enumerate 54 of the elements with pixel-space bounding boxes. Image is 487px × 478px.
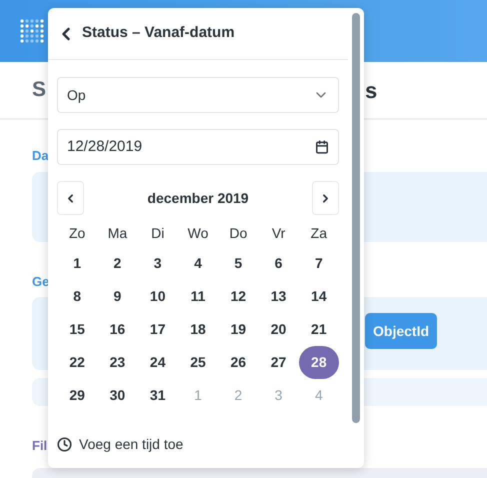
calendar-day[interactable]: 5 bbox=[218, 247, 258, 280]
month-title: december 2019 bbox=[147, 188, 249, 208]
calendar-day[interactable]: 22 bbox=[57, 346, 98, 379]
weekday-label: Vr bbox=[272, 224, 286, 242]
calendar-day[interactable]: 14 bbox=[298, 280, 339, 313]
calendar-day[interactable]: 4 bbox=[178, 247, 218, 280]
weekday-label: Zo bbox=[68, 224, 86, 242]
calendar-day[interactable]: 16 bbox=[97, 313, 138, 346]
calendar-day[interactable]: 2 bbox=[97, 247, 138, 280]
calendar-day[interactable]: 15 bbox=[57, 313, 98, 346]
add-time-link[interactable]: Voeg een tijd toe bbox=[79, 434, 184, 455]
calendar-day[interactable]: 25 bbox=[178, 346, 218, 379]
calendar-icon[interactable] bbox=[315, 140, 329, 154]
calendar-day[interactable]: 20 bbox=[258, 313, 299, 346]
calendar-day[interactable]: 11 bbox=[178, 280, 218, 313]
section-label: Fil bbox=[32, 437, 48, 455]
calendar-day[interactable]: 28 bbox=[298, 346, 339, 379]
operator-select[interactable]: Op bbox=[57, 77, 339, 113]
calendar-day[interactable]: 18 bbox=[178, 313, 218, 346]
logo-icon bbox=[20, 19, 44, 43]
weekday-label: Di bbox=[151, 224, 164, 242]
calendar-day[interactable]: 17 bbox=[138, 313, 178, 346]
calendar-day[interactable]: 6 bbox=[258, 247, 299, 280]
section-label: Da bbox=[32, 147, 49, 165]
popover-title: Status – Vanaf-datum bbox=[82, 23, 235, 44]
calendar-day[interactable]: 19 bbox=[218, 313, 258, 346]
scrollbar-thumb[interactable] bbox=[352, 13, 360, 423]
section-label: Ge bbox=[32, 272, 50, 290]
next-month-button[interactable] bbox=[312, 181, 339, 215]
calendar-day[interactable]: 21 bbox=[298, 313, 339, 346]
calendar-day[interactable]: 1 bbox=[57, 247, 98, 280]
page-title: s bbox=[365, 76, 378, 104]
calendar-day[interactable]: 27 bbox=[258, 346, 299, 379]
clock-icon bbox=[57, 437, 72, 452]
calendar-day[interactable]: 3 bbox=[138, 247, 178, 280]
weekday-label: Do bbox=[229, 224, 248, 242]
calendar-day[interactable]: 29 bbox=[57, 379, 98, 412]
calendar-day[interactable]: 9 bbox=[97, 280, 138, 313]
page-title: S bbox=[32, 77, 46, 104]
calendar-day[interactable]: 26 bbox=[218, 346, 258, 379]
calendar-day[interactable]: 23 bbox=[97, 346, 138, 379]
calendar-day[interactable]: 7 bbox=[298, 247, 339, 280]
calendar-day[interactable]: 13 bbox=[258, 280, 299, 313]
calendar-day[interactable]: 8 bbox=[57, 280, 98, 313]
weekday-label: Za bbox=[310, 224, 328, 242]
calendar-day[interactable]: 24 bbox=[138, 346, 178, 379]
weekday-label: Ma bbox=[108, 224, 128, 242]
calendar-day[interactable]: 31 bbox=[138, 379, 178, 412]
date-field[interactable]: 12/28/2019 bbox=[57, 129, 339, 165]
weekday-label: Wo bbox=[188, 224, 208, 242]
calendar-day[interactable]: 12 bbox=[218, 280, 258, 313]
calendar-day[interactable]: 10 bbox=[138, 280, 178, 313]
calendar-day[interactable]: 30 bbox=[97, 379, 138, 412]
previous-month-button[interactable] bbox=[57, 181, 84, 215]
